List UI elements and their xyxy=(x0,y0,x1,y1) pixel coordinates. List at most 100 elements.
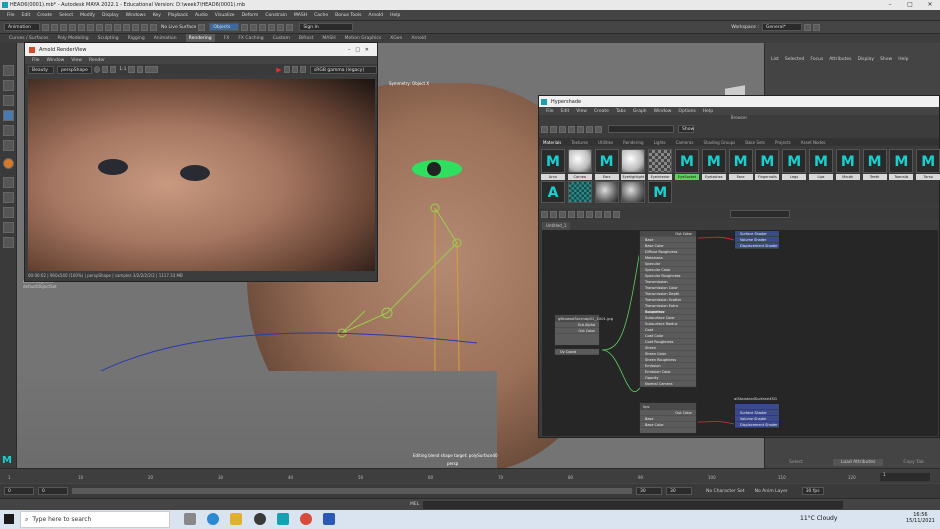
playback-start-field[interactable]: 0 xyxy=(38,487,68,495)
sign-in-button[interactable]: Sign In xyxy=(299,23,354,31)
word-icon[interactable] xyxy=(323,513,335,525)
browser-tab[interactable]: Projects xyxy=(775,140,791,145)
snap-point-icon[interactable] xyxy=(132,23,139,31)
menu-item-select[interactable]: Select xyxy=(59,13,73,18)
browser-tab[interactable]: Asset Nodes xyxy=(801,140,826,145)
browser-tab[interactable]: Lights xyxy=(654,140,666,145)
material-swatch[interactable]: M xyxy=(809,149,833,173)
grid-icon[interactable] xyxy=(559,125,566,133)
edge-icon[interactable] xyxy=(207,513,219,525)
menu-item-create[interactable]: Create xyxy=(37,13,52,18)
shelf-tab[interactable]: Arnold xyxy=(411,34,426,43)
layout-four-icon[interactable] xyxy=(3,192,14,203)
weather-widget[interactable]: 11°C Cloudy xyxy=(800,515,837,522)
fit-icon[interactable] xyxy=(110,66,117,73)
channel-icon[interactable] xyxy=(101,66,109,73)
menu-item-arnold[interactable]: Arnold xyxy=(369,13,384,18)
material-swatch[interactable]: M xyxy=(701,149,726,173)
attr-menu-item[interactable]: List xyxy=(771,57,779,62)
anim-layer-dropdown[interactable]: No Anim Layer xyxy=(755,489,788,494)
panel-icon[interactable] xyxy=(812,23,820,31)
playback-end-field[interactable]: 30 xyxy=(636,487,662,495)
node-editor-graph[interactable]: gBrowseSecmap01_1001.jpg Out Alpha Out C… xyxy=(542,230,938,436)
hypershade-menu-item[interactable]: File xyxy=(546,109,554,114)
mel-input[interactable] xyxy=(423,500,844,509)
browser-tab[interactable]: Shading Groups xyxy=(703,140,735,145)
material-swatch[interactable]: M xyxy=(755,149,780,173)
sort-icon[interactable] xyxy=(568,125,575,133)
renderview-menu-item[interactable]: Window xyxy=(47,58,65,63)
menu-item-deform[interactable]: Deform xyxy=(242,13,259,18)
ratio-label[interactable]: 1:1 xyxy=(119,67,126,72)
browser-tab[interactable]: Materials xyxy=(543,140,561,145)
close-button[interactable]: ✕ xyxy=(920,1,940,9)
outliner-item[interactable]: defaultObjectSet xyxy=(23,284,57,289)
browser-tab[interactable]: Textures xyxy=(571,140,588,145)
select-object-icon[interactable] xyxy=(96,23,103,31)
snap-curve-icon[interactable] xyxy=(123,23,130,31)
material-swatch[interactable] xyxy=(621,149,646,173)
file-uv-attr[interactable]: Uv Coord xyxy=(555,349,599,355)
menu-item-bonus-tools[interactable]: Bonus Tools xyxy=(335,13,361,18)
material-swatch[interactable]: M xyxy=(541,149,565,173)
live-surface-icon[interactable] xyxy=(150,23,157,31)
character-set-dropdown[interactable]: No Character Set xyxy=(706,489,745,494)
redo-icon[interactable] xyxy=(78,23,85,31)
hypershade-menu-item[interactable]: Graph xyxy=(633,109,647,114)
app-icon[interactable] xyxy=(254,513,266,525)
renderview-menu-item[interactable]: View xyxy=(71,58,82,63)
paint-select-icon[interactable] xyxy=(3,95,14,106)
show-button[interactable]: Show xyxy=(678,125,694,133)
material-swatch[interactable]: M xyxy=(782,149,807,173)
chrome-icon[interactable] xyxy=(300,513,312,525)
ipr-render-icon[interactable] xyxy=(250,23,258,31)
material-swatch[interactable]: M xyxy=(862,149,887,173)
hypershade-menu-item[interactable]: View xyxy=(576,109,587,114)
renderview-menu-item[interactable]: Render xyxy=(89,58,105,63)
gear-icon[interactable] xyxy=(136,66,143,73)
menu-item-mash[interactable]: MASH xyxy=(294,13,307,18)
copy-tab-button[interactable]: Copy Tab xyxy=(903,460,923,465)
menu-item-cache[interactable]: Cache xyxy=(314,13,328,18)
menu-item-windows[interactable]: Windows xyxy=(126,13,146,18)
input-output-icon[interactable] xyxy=(568,210,575,218)
undo-icon[interactable] xyxy=(69,23,76,31)
camera-dropdown[interactable]: perspShape xyxy=(57,65,92,74)
mel-label[interactable]: MEL xyxy=(410,502,419,507)
menu-item-visualize[interactable]: Visualize xyxy=(215,13,235,18)
render-play-icon[interactable]: ▶ xyxy=(276,66,281,74)
browser-tab[interactable]: Utilities xyxy=(598,140,613,145)
material-swatch[interactable]: M xyxy=(916,149,940,173)
attr-menu-item[interactable]: Help xyxy=(898,57,908,62)
time-slider[interactable]: 1 10 20 30 40 50 60 70 80 90 100 110 120 1 xyxy=(0,468,940,483)
list-icon[interactable] xyxy=(550,125,557,133)
render-current-icon[interactable] xyxy=(241,23,249,31)
record-icon[interactable] xyxy=(93,66,100,73)
render-settings-icon[interactable] xyxy=(259,23,267,31)
settings-icon[interactable] xyxy=(299,66,306,73)
filter-icon[interactable] xyxy=(577,125,584,133)
file-texture-node[interactable]: gBrowseSecmap01_1001.jpg Out Alpha Out C… xyxy=(554,314,613,346)
material-swatch[interactable] xyxy=(567,149,592,173)
browser-tab[interactable]: Rendering xyxy=(623,140,643,145)
frame-all-icon[interactable] xyxy=(541,210,548,218)
lasso-tool-icon[interactable] xyxy=(3,80,14,91)
layout-icon[interactable] xyxy=(586,210,593,218)
fps-dropdown[interactable]: 30 fps xyxy=(801,487,824,495)
save-scene-icon[interactable] xyxy=(60,23,67,31)
graph-icon[interactable] xyxy=(541,125,548,133)
snap-grid-icon[interactable] xyxy=(114,23,121,31)
shading-group-node-2[interactable]: Surface Shader Volume Shader Displacemen… xyxy=(734,403,780,429)
graph-materials-icon[interactable] xyxy=(559,210,566,218)
graph-tab-untitled[interactable]: Untitled_1 xyxy=(542,222,571,230)
menu-item-help[interactable]: Help xyxy=(390,13,400,18)
menu-item-key[interactable]: Key xyxy=(153,13,161,18)
hypershade-menu-item[interactable]: Create xyxy=(594,109,609,114)
hypershade-menu-item[interactable]: Options xyxy=(678,109,695,114)
arnold-render-icon[interactable] xyxy=(277,23,285,31)
browser-tab[interactable]: Cameras xyxy=(676,140,694,145)
layout-outliner-icon[interactable] xyxy=(3,222,14,233)
material-swatch[interactable]: M xyxy=(728,149,753,173)
hypershade-icon[interactable] xyxy=(268,23,276,31)
start-time-field[interactable]: 0 xyxy=(4,487,34,495)
